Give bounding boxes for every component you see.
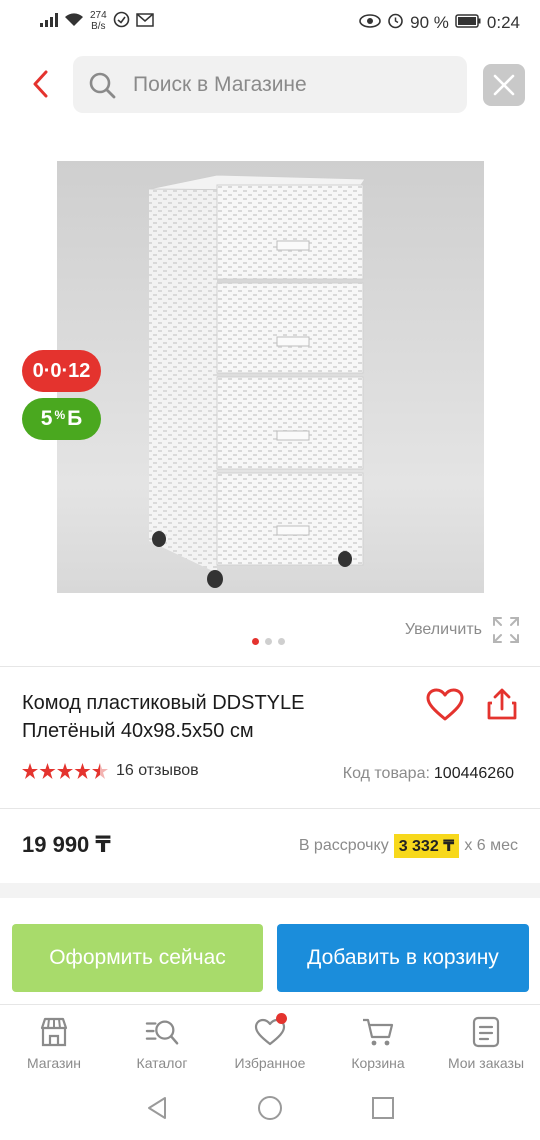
wifi-icon <box>64 12 84 30</box>
installment-term: x 6 мес <box>464 837 518 854</box>
add-to-cart-button[interactable]: Добавить в корзину <box>277 924 529 992</box>
share-icon <box>487 688 517 720</box>
tab-label: Магазин <box>26 1055 81 1071</box>
reviews-count[interactable]: 16 отзывов <box>116 762 199 780</box>
product-image[interactable] <box>57 161 484 593</box>
search-placeholder: Поиск в Магазине <box>133 72 307 96</box>
rating-stars <box>22 763 108 779</box>
product-code: Код товара: 100446260 <box>343 765 514 783</box>
rating-row[interactable]: 16 отзывов <box>22 762 199 780</box>
tab-label: Корзина <box>351 1055 405 1071</box>
tab-shop[interactable]: Магазин <box>0 1005 108 1080</box>
pagination-dot[interactable] <box>252 638 259 645</box>
bottom-tab-bar: Магазин Каталог Избранное Корзина Мои за… <box>0 1004 540 1080</box>
back-arrow-icon <box>33 70 48 98</box>
bonus-letter: Б <box>67 407 83 430</box>
bonus-badge: 5% Б <box>22 398 101 440</box>
pagination-dot[interactable] <box>278 638 285 645</box>
search-icon <box>87 70 117 100</box>
heart-icon <box>426 688 464 721</box>
net-speed: 274 B/s <box>90 10 107 32</box>
square-recents-icon <box>372 1096 394 1119</box>
expand-icon <box>493 617 519 643</box>
battery-icon <box>455 13 481 33</box>
signal-icon <box>40 12 58 30</box>
product-code-label: Код товара: <box>342 765 430 782</box>
close-button[interactable] <box>483 64 525 106</box>
net-speed-unit: B/s <box>91 21 106 32</box>
eye-comfort-icon <box>359 13 381 33</box>
nav-recents-button[interactable] <box>371 1096 395 1125</box>
price: 19 990 ₸ <box>22 832 111 857</box>
close-icon <box>493 74 515 96</box>
clock: 0:24 <box>486 13 520 32</box>
share-button[interactable] <box>482 684 522 724</box>
tab-label: Мои заказы <box>447 1055 525 1071</box>
section-separator <box>0 883 540 898</box>
favorite-button[interactable] <box>425 685 465 725</box>
status-bar: 274 B/s 90 % 0:24 <box>0 0 540 46</box>
cart-icon <box>361 1015 395 1049</box>
mail-icon <box>135 12 154 30</box>
tab-favorites[interactable]: Избранное <box>216 1005 324 1080</box>
sync-icon <box>113 11 130 31</box>
installment-info[interactable]: В рассрочку 3 332 ₸ x 6 мес <box>299 834 518 858</box>
drawer-unit-illustration <box>57 161 484 593</box>
tab-label: Избранное <box>234 1055 306 1071</box>
pagination-dot[interactable] <box>265 638 272 645</box>
divider <box>0 666 540 667</box>
product-title: Комод пластиковый DDSTYLE Плетёный 40x98… <box>22 692 305 742</box>
promo-badge: 0·0·12 <box>22 350 101 392</box>
tab-orders[interactable]: Мои заказы <box>432 1005 540 1080</box>
bonus-percent: % <box>54 408 66 422</box>
product-code-value: 100446260 <box>433 765 514 782</box>
divider <box>0 808 540 809</box>
nav-home-button[interactable] <box>257 1095 283 1126</box>
installment-label: В рассрочку <box>298 837 389 854</box>
nav-back-button[interactable] <box>145 1096 169 1125</box>
bonus-value: 5 <box>40 407 53 430</box>
catalog-search-icon <box>145 1015 179 1049</box>
net-speed-value: 274 <box>90 10 107 21</box>
notification-dot <box>276 1013 287 1024</box>
alarm-icon <box>387 12 404 34</box>
image-pagination <box>252 638 285 645</box>
back-button[interactable] <box>22 64 58 104</box>
tab-cart[interactable]: Корзина <box>324 1005 432 1080</box>
buy-now-button[interactable]: Оформить сейчас <box>12 924 263 992</box>
installment-amount: 3 332 ₸ <box>393 834 460 858</box>
triangle-back-icon <box>148 1096 166 1119</box>
zoom-label: Увеличить <box>404 621 482 638</box>
star-icons <box>22 763 108 779</box>
search-header: Поиск в Магазине <box>0 56 540 114</box>
tab-catalog[interactable]: Каталог <box>108 1005 216 1080</box>
zoom-button[interactable]: Увеличить <box>405 616 520 644</box>
tab-label: Каталог <box>136 1055 188 1071</box>
orders-icon <box>469 1015 503 1049</box>
system-nav-bar <box>0 1080 540 1140</box>
search-input[interactable]: Поиск в Магазине <box>73 56 467 113</box>
circle-home-icon <box>258 1095 282 1120</box>
shop-icon <box>37 1015 71 1049</box>
battery-percent: 90 % <box>410 13 449 32</box>
